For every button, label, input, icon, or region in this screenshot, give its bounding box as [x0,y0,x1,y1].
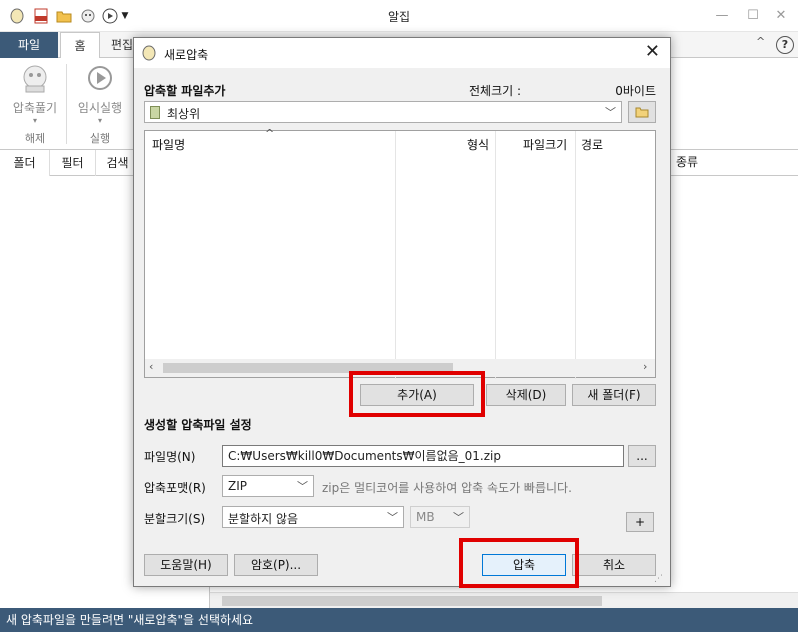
minimize-icon[interactable]: — [712,6,732,26]
pane-tabs: 폴더 필터 검색 [0,150,140,176]
temp-run-dropdown-icon[interactable]: ▾ [72,116,128,125]
extract-label: 압축풀기 [12,101,58,115]
location-value: 최상위 [167,107,201,121]
filename-label: 파일명(N) [144,450,196,464]
folder-icon [150,106,160,122]
app-titlebar: ▼ 알집 — ☐ ✕ [0,0,798,32]
up-folder-icon [635,107,649,118]
pane-tab-filter[interactable]: 필터 [50,150,96,176]
sort-up-icon: ^ [265,127,275,140]
help-icon[interactable]: ? [776,36,794,54]
column-header-type[interactable]: 형식 [467,136,489,153]
chevron-down-icon: ﹀ [605,106,616,119]
column-header-filesize[interactable]: 파일크기 [523,136,567,153]
column-divider[interactable] [395,131,396,379]
scroll-right-icon[interactable]: › [643,360,647,373]
file-list-scrollbar[interactable]: ‹ › [145,359,655,377]
cancel-button[interactable]: 취소 [572,554,656,576]
dialog-titlebar: 새로압축 ✕ [134,38,670,68]
file-list-header: 파일명 ^ 형식 파일크기 경로 [145,127,655,155]
extract-icon [23,65,47,93]
add-files-title: 압축할 파일추가 [144,84,226,98]
chevron-down-icon: ﹀ [387,511,398,524]
column-divider[interactable] [575,131,576,379]
column-header-path[interactable]: 경로 [581,136,603,153]
total-size-value: 0바이트 [615,84,656,98]
pane-tab-folder[interactable]: 폴더 [0,150,50,176]
file-list[interactable]: 파일명 ^ 형식 파일크기 경로 ‹ › [144,127,656,379]
main-horizontal-scrollbar[interactable] [210,592,798,608]
password-button[interactable]: 암호(P)... [234,554,318,576]
scroll-thumb[interactable] [222,596,602,606]
column-header-kind[interactable]: 종류 [665,150,798,176]
format-label: 압축포맷(R) [144,481,206,495]
maximize-icon[interactable]: ☐ [743,6,763,26]
up-folder-button[interactable] [628,101,656,123]
column-divider[interactable] [495,131,496,379]
group-label-run: 실행 [89,132,111,145]
add-button[interactable]: 추가(A) [360,384,474,406]
location-combo[interactable]: 최상위 ﹀ [144,101,622,123]
extract-button[interactable]: 압축풀기 ▾ [8,62,62,125]
column-header-filename[interactable]: 파일명 [152,136,185,153]
tab-edit[interactable]: 편집 [108,32,136,58]
temp-run-label: 임시실행 [77,101,123,115]
new-archive-dialog: 새로압축 ✕ 압축할 파일추가 전체크기 : 0바이트 최상위 ﹀ 파일명 ^ … [133,37,671,588]
app-title: 알집 [387,10,411,24]
format-select[interactable]: ZIP ﹀ [222,475,314,497]
total-size-label: 전체크기 : [469,84,522,98]
ribbon-divider [66,64,67,144]
help-button[interactable]: 도움말(H) [144,554,228,576]
settings-title: 생성할 압축파일 설정 [144,418,252,432]
play-icon [88,66,112,90]
expand-options-button[interactable]: + [626,512,654,532]
split-select[interactable]: 분할하지 않음 ﹀ [222,506,404,528]
temp-run-button[interactable]: 임시실행 ▾ [72,62,128,125]
scroll-thumb[interactable] [163,363,453,373]
chevron-down-icon: ﹀ [453,511,464,524]
split-value: 분할하지 않음 [228,512,299,526]
dialog-close-icon[interactable]: ✕ [645,42,660,62]
filename-input[interactable]: C:₩Users₩kill0₩Documents₩이름없음_01.zip [222,445,624,467]
format-hint: zip은 멀티코어를 사용하여 압축 속도가 빠릅니다. [322,481,572,495]
chevron-down-icon: ﹀ [297,480,308,493]
new-folder-button[interactable]: 새 폴더(F) [572,384,656,406]
tab-home[interactable]: 홈 [60,32,100,59]
dialog-title: 새로압축 [164,48,209,62]
tab-file[interactable]: 파일 [0,32,58,58]
delete-button[interactable]: 삭제(D) [486,384,566,406]
split-label: 분할크기(S) [144,512,206,526]
browse-button[interactable]: ... [628,445,656,467]
status-bar: 새 압축파일을 만들려면 "새로압축"을 선택하세요 [0,608,798,632]
compress-button[interactable]: 압축 [482,554,566,576]
resize-grip-icon[interactable]: ⋰ [654,574,663,584]
dialog-app-icon [142,45,156,64]
split-unit-select: MB ﹀ [410,506,470,528]
scroll-left-icon[interactable]: ‹ [149,360,153,373]
split-unit-value: MB [416,510,435,524]
close-window-icon[interactable]: ✕ [771,6,791,26]
extract-dropdown-icon[interactable]: ▾ [8,116,62,125]
format-value: ZIP [228,479,247,493]
collapse-ribbon-icon[interactable]: ^ [756,35,765,48]
group-label-extract: 해제 [24,132,46,145]
